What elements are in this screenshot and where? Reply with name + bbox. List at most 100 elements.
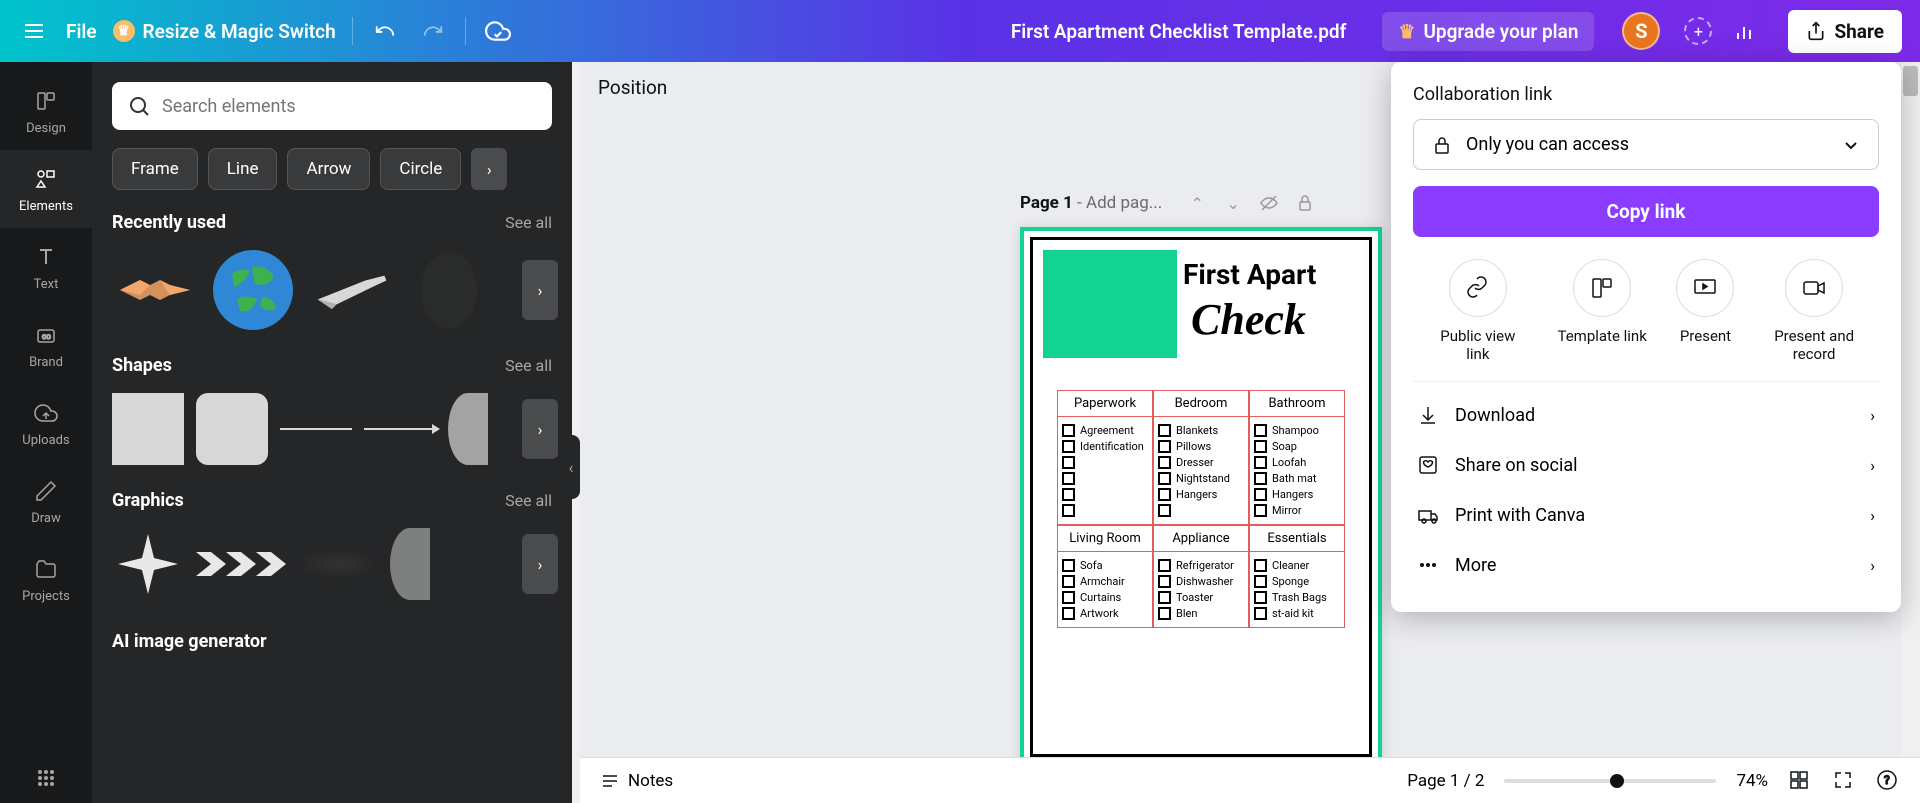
element-thumbnail[interactable] [196, 539, 286, 589]
element-thumbnail[interactable] [298, 549, 378, 579]
element-thumbnail[interactable] [210, 247, 296, 333]
element-thumbnail[interactable] [308, 247, 394, 333]
notes-button[interactable]: Notes [600, 771, 673, 791]
redo-icon[interactable] [417, 15, 449, 47]
chevron-down-icon [1842, 136, 1860, 154]
checklist-item: Bath mat [1254, 472, 1340, 485]
collapse-panel-icon[interactable]: ‹ [562, 435, 580, 499]
chevron-right-icon: › [1870, 556, 1875, 575]
checklist-item: Hangers [1158, 488, 1244, 501]
user-avatar[interactable]: S [1622, 12, 1660, 50]
vertical-scrollbar[interactable] [1901, 62, 1920, 757]
public-view-link-option[interactable]: Public view link [1428, 259, 1528, 363]
page-up-icon[interactable]: ⌃ [1186, 192, 1208, 214]
present-option[interactable]: Present [1676, 259, 1734, 363]
lock-icon [1432, 135, 1452, 155]
page-down-icon[interactable]: ⌄ [1222, 192, 1244, 214]
checkbox-icon [1062, 472, 1075, 485]
checklist-item: Trash Bags [1254, 591, 1340, 604]
element-thumbnail[interactable] [112, 247, 198, 333]
chip-arrow[interactable]: Arrow [287, 148, 370, 190]
checklist-item: Pillows [1158, 440, 1244, 453]
document-page[interactable]: First Apart Check PaperworkAgreementIden… [1020, 227, 1382, 767]
rail-apps[interactable] [0, 753, 92, 803]
lock-icon[interactable] [1294, 192, 1316, 214]
scroll-next-icon[interactable]: › [522, 534, 558, 594]
checklist-item: Soap [1254, 440, 1340, 453]
checkbox-icon [1254, 607, 1267, 620]
column-header: Living Room [1058, 526, 1152, 552]
scroll-next-icon[interactable]: › [522, 260, 558, 320]
share-popover: Collaboration link Only you can access C… [1391, 62, 1901, 612]
element-thumbnail[interactable] [112, 528, 184, 600]
search-input-container[interactable] [112, 82, 552, 130]
element-thumbnail[interactable] [448, 393, 488, 465]
more-action[interactable]: More › [1413, 540, 1879, 590]
column-header: Appliance [1154, 526, 1248, 552]
checkbox-icon [1254, 591, 1267, 604]
checklist-item [1062, 472, 1148, 485]
checklist-column: EssentialsCleanerSpongeTrash Bagsst-aid … [1249, 525, 1345, 628]
cloud-sync-icon[interactable] [482, 15, 514, 47]
checkbox-icon [1254, 504, 1267, 517]
design-icon [32, 87, 60, 115]
doc-subtitle: Check [1191, 294, 1306, 345]
record-icon [1801, 275, 1827, 301]
share-button[interactable]: Share [1788, 10, 1902, 53]
copy-link-button[interactable]: Copy link [1413, 186, 1879, 237]
see-all-link[interactable]: See all [505, 213, 552, 232]
chip-scroll-next[interactable]: › [471, 148, 507, 190]
checklist-column: Living RoomSofaArmchairCurtainsArtwork [1057, 525, 1153, 628]
page-label[interactable]: Page 1 - Add pag... [1020, 193, 1162, 213]
element-thumbnail[interactable] [280, 428, 352, 430]
fullscreen-icon[interactable] [1832, 769, 1856, 793]
download-action[interactable]: Download › [1413, 390, 1879, 440]
visibility-icon[interactable] [1258, 192, 1280, 214]
present-record-option[interactable]: Present and record [1764, 259, 1864, 363]
element-thumbnail[interactable] [112, 393, 184, 465]
zoom-percent: 74% [1736, 771, 1768, 791]
share-social-action[interactable]: Share on social › [1413, 440, 1879, 490]
position-button[interactable]: Position [598, 76, 667, 99]
see-all-link[interactable]: See all [505, 356, 552, 375]
rail-brand[interactable]: co Brand [0, 306, 92, 384]
upgrade-plan-button[interactable]: ♛ Upgrade your plan [1382, 12, 1594, 51]
hamburger-menu-icon[interactable] [18, 15, 50, 47]
file-menu[interactable]: File [66, 20, 97, 43]
resize-magic-switch-button[interactable]: ♛ Resize & Magic Switch [113, 20, 336, 43]
search-input[interactable] [162, 96, 536, 117]
add-collaborator-icon[interactable]: + [1684, 17, 1712, 45]
checklist-item: Shampoo [1254, 424, 1340, 437]
checklist-grid: PaperworkAgreementIdentificationBedroomB… [1057, 390, 1345, 628]
element-thumbnail[interactable] [390, 528, 430, 600]
checkbox-icon [1062, 559, 1075, 572]
checklist-item: Mirror [1254, 504, 1340, 517]
analytics-icon[interactable] [1728, 15, 1760, 47]
grid-view-icon[interactable] [1788, 769, 1812, 793]
chip-line[interactable]: Line [208, 148, 278, 190]
draw-icon [32, 477, 60, 505]
checkbox-icon [1062, 488, 1075, 501]
element-thumbnail[interactable] [196, 393, 268, 465]
rail-text[interactable]: Text [0, 228, 92, 306]
zoom-slider[interactable] [1504, 779, 1716, 783]
chip-frame[interactable]: Frame [112, 148, 198, 190]
rail-elements[interactable]: Elements [0, 150, 92, 228]
rail-design[interactable]: Design [0, 72, 92, 150]
undo-icon[interactable] [369, 15, 401, 47]
chip-circle[interactable]: Circle [380, 148, 461, 190]
rail-uploads[interactable]: Uploads [0, 384, 92, 462]
rail-projects[interactable]: Projects [0, 540, 92, 618]
element-thumbnail[interactable] [406, 247, 492, 333]
scroll-next-icon[interactable]: › [522, 399, 558, 459]
rail-draw[interactable]: Draw [0, 462, 92, 540]
help-icon[interactable]: ? [1876, 769, 1900, 793]
see-all-link[interactable]: See all [505, 491, 552, 510]
page-header: Page 1 - Add pag... ⌃ ⌄ [1020, 192, 1316, 214]
template-link-option[interactable]: Template link [1557, 259, 1646, 363]
print-canva-action[interactable]: Print with Canva › [1413, 490, 1879, 540]
document-title[interactable]: First Apartment Checklist Template.pdf [1011, 20, 1347, 43]
checklist-item [1158, 504, 1244, 517]
access-level-select[interactable]: Only you can access [1413, 119, 1879, 170]
element-thumbnail[interactable] [364, 428, 436, 430]
